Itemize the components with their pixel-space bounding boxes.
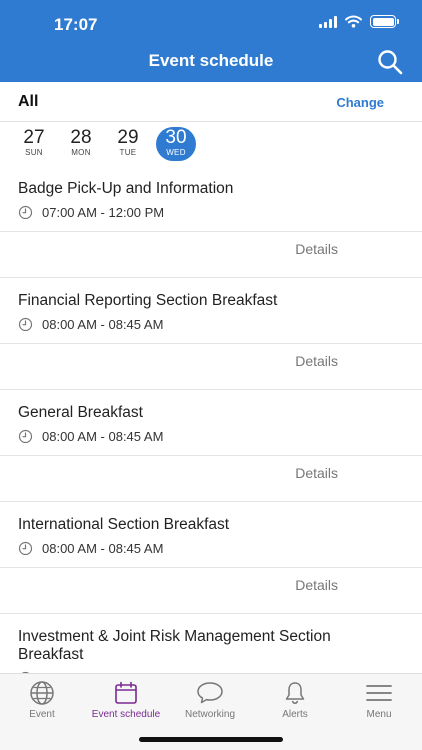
details-button[interactable]: Details	[295, 577, 338, 593]
app-header: 17:07 Event schedule	[0, 0, 422, 82]
event-time-text: 08:00 AM - 08:45 AM	[42, 317, 164, 332]
page-title: Event schedule	[148, 51, 274, 70]
details-button[interactable]: Details	[295, 465, 338, 481]
chat-bubble-icon	[197, 682, 223, 704]
event-item[interactable]: General Breakfast 08:00 AM - 08:45 AM De…	[0, 390, 422, 502]
event-time-text: 07:00 AM - 12:00 PM	[42, 205, 165, 220]
event-time: 08:00 AM - 08:45 AM	[18, 317, 163, 332]
globe-icon	[30, 681, 54, 705]
tab-networking[interactable]: Networking	[168, 680, 252, 720]
change-button[interactable]: Change	[336, 95, 384, 110]
tab-label: Menu	[366, 709, 392, 720]
date-sun[interactable]: 27 SUN	[14, 128, 54, 164]
date-number: 28	[70, 127, 92, 148]
filter-bar: All Change	[0, 82, 422, 122]
date-tue[interactable]: 29 TUE	[108, 128, 148, 164]
date-number: 29	[117, 127, 139, 148]
search-icon[interactable]	[376, 48, 404, 76]
details-button[interactable]: Details	[295, 241, 338, 257]
clock-icon	[18, 429, 33, 444]
event-time-text: 08:00 AM - 08:45 AM	[42, 541, 164, 556]
event-item[interactable]: Investment & Joint Risk Management Secti…	[0, 614, 422, 673]
tab-label: Event schedule	[91, 709, 161, 720]
date-mon[interactable]: 28 MON	[61, 128, 101, 164]
status-time: 17:07	[54, 15, 98, 34]
divider	[0, 455, 422, 456]
event-item[interactable]: International Section Breakfast 08:00 AM…	[0, 502, 422, 614]
wifi-icon	[345, 15, 362, 28]
event-title: Financial Reporting Section Breakfast	[18, 292, 278, 309]
date-weekday: TUE	[119, 148, 137, 157]
date-wed-selected[interactable]: 30 WED	[156, 127, 196, 161]
tab-label: Alerts	[282, 709, 308, 720]
event-time: 07:00 AM - 12:00 PM	[18, 205, 164, 220]
divider	[0, 231, 422, 232]
details-button[interactable]: Details	[295, 353, 338, 369]
divider	[0, 567, 422, 568]
tab-label: Networking	[184, 709, 236, 720]
event-list: Badge Pick-Up and Information 07:00 AM -…	[0, 166, 422, 673]
event-item[interactable]: Financial Reporting Section Breakfast 08…	[0, 278, 422, 390]
bell-icon	[285, 682, 305, 705]
battery-icon	[370, 15, 399, 28]
filter-label: All	[18, 93, 39, 110]
event-item[interactable]: Badge Pick-Up and Information 07:00 AM -…	[0, 166, 422, 278]
tab-alerts[interactable]: Alerts	[253, 680, 337, 720]
tab-event[interactable]: Event	[0, 680, 84, 720]
status-icons	[319, 15, 399, 28]
clock-icon	[18, 205, 33, 220]
event-time: 08:00 AM - 08:45 AM	[18, 541, 163, 556]
event-time: 08:00 AM - 08:45 AM	[18, 429, 163, 444]
clock-icon	[18, 317, 33, 332]
date-selector: 27 SUN 28 MON 29 TUE 30 WED	[0, 122, 422, 166]
clock-icon	[18, 541, 33, 556]
event-title: General Breakfast	[18, 404, 143, 421]
event-title: Badge Pick-Up and Information	[18, 180, 234, 197]
home-indicator	[139, 737, 283, 742]
date-number: 30	[165, 127, 187, 148]
tab-menu[interactable]: Menu	[337, 680, 421, 720]
date-weekday: MON	[71, 148, 91, 157]
tab-event-schedule[interactable]: Event schedule	[84, 680, 168, 720]
event-title: International Section Breakfast	[18, 516, 230, 533]
tab-label: Event	[29, 709, 55, 720]
event-title: Investment & Joint Risk Management Secti…	[18, 628, 331, 663]
signal-icon	[319, 15, 337, 28]
date-weekday: WED	[166, 148, 186, 157]
divider	[0, 343, 422, 344]
calendar-icon	[115, 681, 137, 704]
event-time-text: 08:00 AM - 08:45 AM	[42, 429, 164, 444]
hamburger-icon	[366, 685, 392, 701]
date-weekday: SUN	[25, 148, 43, 157]
date-number: 27	[23, 127, 45, 148]
